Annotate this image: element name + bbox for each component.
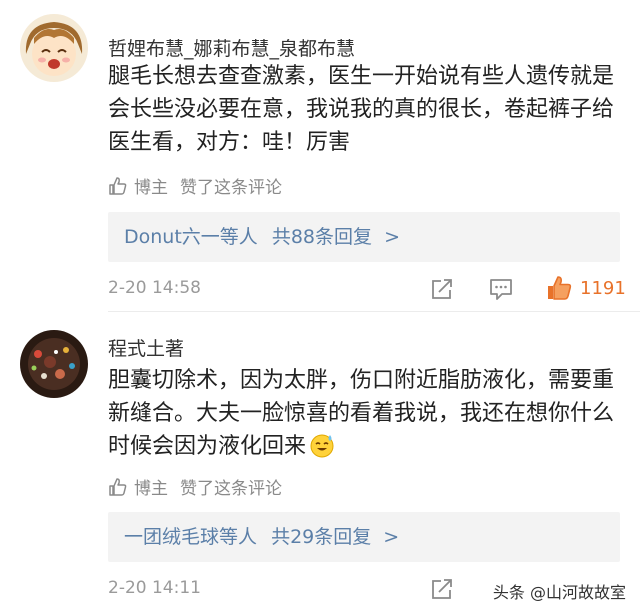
like-count: 1191: [580, 278, 626, 299]
timestamp: 2-20 14:58: [108, 278, 201, 298]
liked-action: 赞了这条评论: [180, 178, 282, 198]
comment-icon[interactable]: [488, 277, 514, 301]
liked-by: 博主: [134, 479, 168, 499]
chevron-right-icon: >: [384, 226, 400, 248]
author-liked-row: 博主 赞了这条评论: [108, 474, 282, 499]
replies-users: Donut六一等人: [124, 226, 258, 248]
timestamp: 2-20 14:11: [108, 578, 201, 598]
watermark: 头条 @山河故故室: [492, 583, 626, 602]
share-icon[interactable]: [430, 277, 454, 301]
comment-text: 腿毛长想去查查激素，医生一开始说有些人遗传就是会长些没必要在意，我说我的真的很长…: [108, 64, 615, 155]
comment-body: 胆囊切除术，因为太胖，伤口附近脂肪液化，需要重新缝合。大夫一脸惊喜的看着我说，我…: [108, 368, 615, 459]
liked-by: 博主: [134, 178, 168, 198]
username[interactable]: 哲娌布慧_娜莉布慧_泉都布慧: [108, 34, 355, 61]
replies-count: 共29条回复: [271, 526, 372, 548]
replies-button[interactable]: 一团绒毛球等人 共29条回复 >: [108, 512, 620, 562]
author-liked-row: 博主 赞了这条评论: [108, 173, 282, 198]
like-icon[interactable]: [546, 275, 572, 301]
avatar[interactable]: [20, 330, 88, 398]
username[interactable]: 程式土著: [108, 334, 184, 361]
replies-count: 共88条回复: [271, 226, 373, 248]
avatar[interactable]: [20, 14, 88, 82]
thumbs-up-icon: [109, 477, 127, 496]
comment-item: 哲娌布慧_娜莉布慧_泉都布慧 腿毛长想去查查激素，医生一开始说有些人遗传就是会长…: [0, 0, 640, 312]
chevron-right-icon: >: [383, 526, 400, 548]
liked-action: 赞了这条评论: [180, 479, 282, 499]
sweat-smile-emoji: [310, 434, 334, 458]
replies-users: 一团绒毛球等人: [124, 526, 258, 548]
replies-button[interactable]: Donut六一等人 共88条回复 >: [108, 212, 620, 262]
share-icon[interactable]: [430, 577, 454, 601]
comment-text: 胆囊切除术，因为太胖，伤口附近脂肪液化，需要重新缝合。大夫一脸惊喜的看着我说，我…: [108, 364, 620, 463]
thumbs-up-icon: [109, 176, 127, 195]
comment-item: 程式土著 胆囊切除术，因为太胖，伤口附近脂肪液化，需要重新缝合。大夫一脸惊喜的看…: [0, 312, 640, 611]
